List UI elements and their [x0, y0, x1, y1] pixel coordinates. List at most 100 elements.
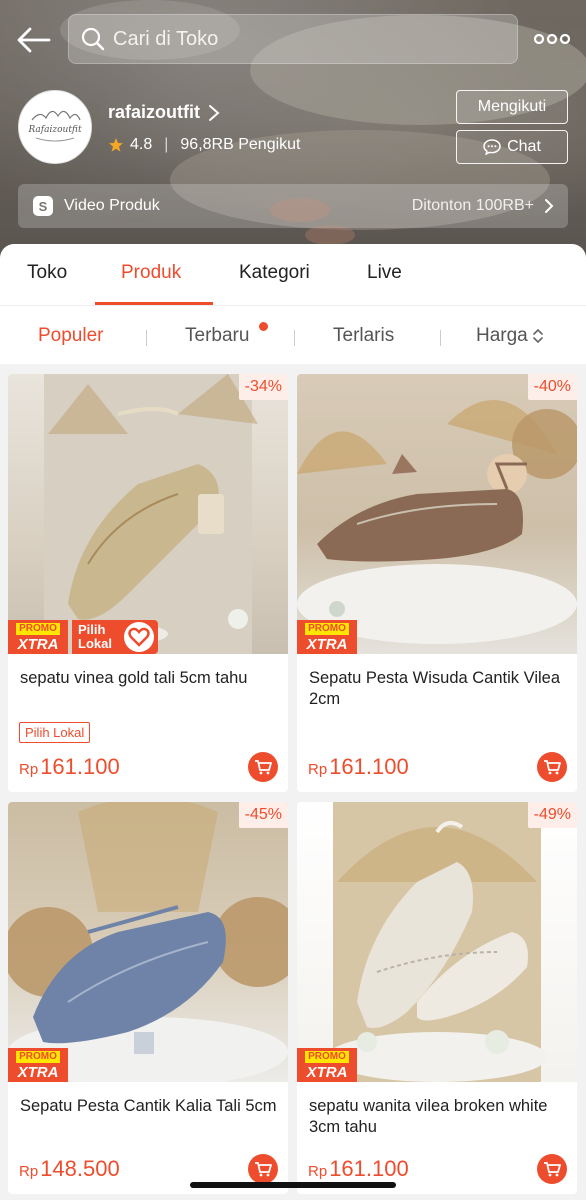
following-label: Mengikuti	[477, 98, 547, 115]
cart-icon	[544, 1162, 561, 1177]
home-indicator	[190, 1182, 396, 1188]
tab-live[interactable]: Live	[367, 262, 402, 284]
promo-label-bottom: XTRA	[17, 1063, 59, 1081]
product-card[interactable]: -49% PROMO XTRA sepatu wanita vilea brok…	[297, 802, 577, 1194]
product-price: Rp 148.500	[19, 1156, 120, 1182]
currency: Rp	[308, 1163, 328, 1180]
shoe-illustration	[44, 374, 258, 654]
heart-icon	[124, 622, 154, 652]
product-title: Sepatu Pesta Wisuda Cantik Vilea 2cm	[309, 669, 561, 708]
promo-label-top: PROMO	[16, 622, 60, 635]
price-amount: 161.100	[40, 754, 120, 779]
sort-divider	[440, 330, 441, 346]
sort-divider	[294, 330, 295, 346]
cart-icon	[544, 760, 561, 775]
svg-text:S: S	[39, 199, 48, 214]
product-title: sepatu vinea gold tali 5cm tahu	[20, 669, 248, 687]
discount-badge: -49%	[527, 802, 577, 828]
sort-populer[interactable]: Populer	[38, 325, 104, 347]
product-card[interactable]: -40% PROMO XTRA Sepatu Pesta Wisuda Cant…	[297, 374, 577, 792]
star-icon	[109, 138, 123, 152]
pilih-lokal-banner-label: Pilih Lokal	[78, 622, 112, 651]
discount-badge: -45%	[238, 802, 288, 828]
svg-text:Rafaizoutfit: Rafaizoutfit	[27, 125, 82, 135]
sort-harga-label: Harga	[476, 325, 528, 346]
shop-stats: 4.8 | 96,8RB Pengikut	[108, 136, 300, 154]
promo-label-bottom: XTRA	[17, 635, 59, 653]
shop-header: Cari di Toko Rafaizoutfit rafaizoutfit 4…	[0, 0, 586, 262]
add-to-cart-button[interactable]	[537, 752, 567, 782]
sort-terlaris[interactable]: Terlaris	[333, 325, 394, 347]
product-image: -45% PROMO XTRA	[8, 802, 288, 1082]
discount-badge: -40%	[527, 374, 577, 400]
product-card[interactable]: -45% PROMO XTRA Sepatu Pesta Cantik Kali…	[8, 802, 288, 1194]
video-products-bar[interactable]: S Video Produk Ditonton 100RB+	[18, 184, 568, 228]
shop-name-link[interactable]: rafaizoutfit	[108, 102, 220, 123]
shop-name: rafaizoutfit	[108, 102, 200, 122]
chevron-right-icon	[209, 104, 220, 121]
promo-xtra-badge: PROMO XTRA	[297, 620, 357, 654]
promo-xtra-badge: PROMO XTRA	[8, 1048, 68, 1082]
promo-label-top: PROMO	[305, 622, 349, 635]
shoe-illustration	[8, 802, 288, 1082]
tab-toko[interactable]: Toko	[27, 262, 67, 284]
cart-icon	[255, 760, 272, 775]
promo-label-top: PROMO	[305, 1050, 349, 1063]
chat-label: Chat	[507, 138, 541, 155]
product-title: Sepatu Pesta Cantik Kalia Tali 5cm	[20, 1097, 277, 1115]
chat-bubble-icon	[483, 139, 501, 155]
add-to-cart-button[interactable]	[248, 1154, 278, 1184]
tab-kategori[interactable]: Kategori	[239, 262, 310, 284]
shoe-illustration	[327, 802, 547, 1082]
product-card[interactable]: -34% PROMO XTRA Pilih Lokal sepatu vinea…	[8, 374, 288, 792]
following-button[interactable]: Mengikuti	[456, 90, 568, 124]
shoe-illustration	[297, 400, 577, 644]
shop-tabs: Toko Produk Kategori Live	[0, 244, 586, 306]
promo-label-bottom: XTRA	[306, 1063, 348, 1081]
back-button[interactable]	[14, 22, 54, 58]
video-products-label: Video Produk	[64, 197, 160, 214]
chevron-right-icon	[545, 199, 554, 213]
discount-badge: -34%	[238, 374, 288, 400]
more-horizontal-icon	[534, 34, 570, 44]
arrow-left-icon	[17, 27, 51, 53]
promo-label-top: PROMO	[16, 1050, 60, 1063]
pilih-lokal-tag: Pilih Lokal	[19, 722, 91, 743]
search-icon	[81, 27, 105, 51]
shop-followers: 96,8RB Pengikut	[180, 136, 301, 153]
add-to-cart-button[interactable]	[537, 1154, 567, 1184]
tab-produk[interactable]: Produk	[121, 262, 181, 284]
currency: Rp	[19, 761, 39, 778]
product-image: -49% PROMO XTRA	[297, 802, 577, 1082]
price-amount: 161.100	[329, 1156, 409, 1181]
sort-harga[interactable]: Harga	[476, 325, 544, 347]
currency: Rp	[308, 761, 328, 778]
promo-label-bottom: XTRA	[306, 635, 348, 653]
shop-avatar[interactable]: Rafaizoutfit	[18, 90, 92, 164]
sort-updown-icon	[532, 328, 543, 344]
search-placeholder: Cari di Toko	[113, 27, 219, 50]
product-image: -40% PROMO XTRA	[297, 374, 577, 654]
promo-xtra-badge: PROMO XTRA	[297, 1048, 357, 1082]
pilih-lokal-banner: Pilih Lokal	[72, 620, 158, 654]
active-tab-indicator	[95, 302, 213, 305]
product-price: Rp 161.100	[308, 1156, 409, 1182]
product-image: -34% PROMO XTRA Pilih Lokal	[8, 374, 288, 654]
chat-button[interactable]: Chat	[456, 130, 568, 164]
product-price: Rp 161.100	[308, 754, 409, 780]
sort-divider	[146, 330, 147, 346]
product-price: Rp 161.100	[19, 754, 120, 780]
shop-rating: 4.8	[130, 136, 153, 153]
shopee-video-icon: S	[33, 196, 53, 216]
promo-xtra-badge: PROMO XTRA	[8, 620, 68, 654]
currency: Rp	[19, 1163, 39, 1180]
sort-terbaru[interactable]: Terbaru	[185, 325, 249, 347]
shop-logo: Rafaizoutfit	[27, 110, 82, 142]
video-views: Ditonton 100RB+	[411, 197, 534, 214]
more-options-button[interactable]	[530, 24, 574, 54]
product-title: sepatu wanita vilea broken white 3cm tah…	[309, 1097, 548, 1136]
shop-search-input[interactable]: Cari di Toko	[68, 14, 518, 64]
add-to-cart-button[interactable]	[248, 752, 278, 782]
sort-bar: Populer Terbaru Terlaris Harga	[0, 306, 586, 364]
price-amount: 148.500	[40, 1156, 120, 1181]
